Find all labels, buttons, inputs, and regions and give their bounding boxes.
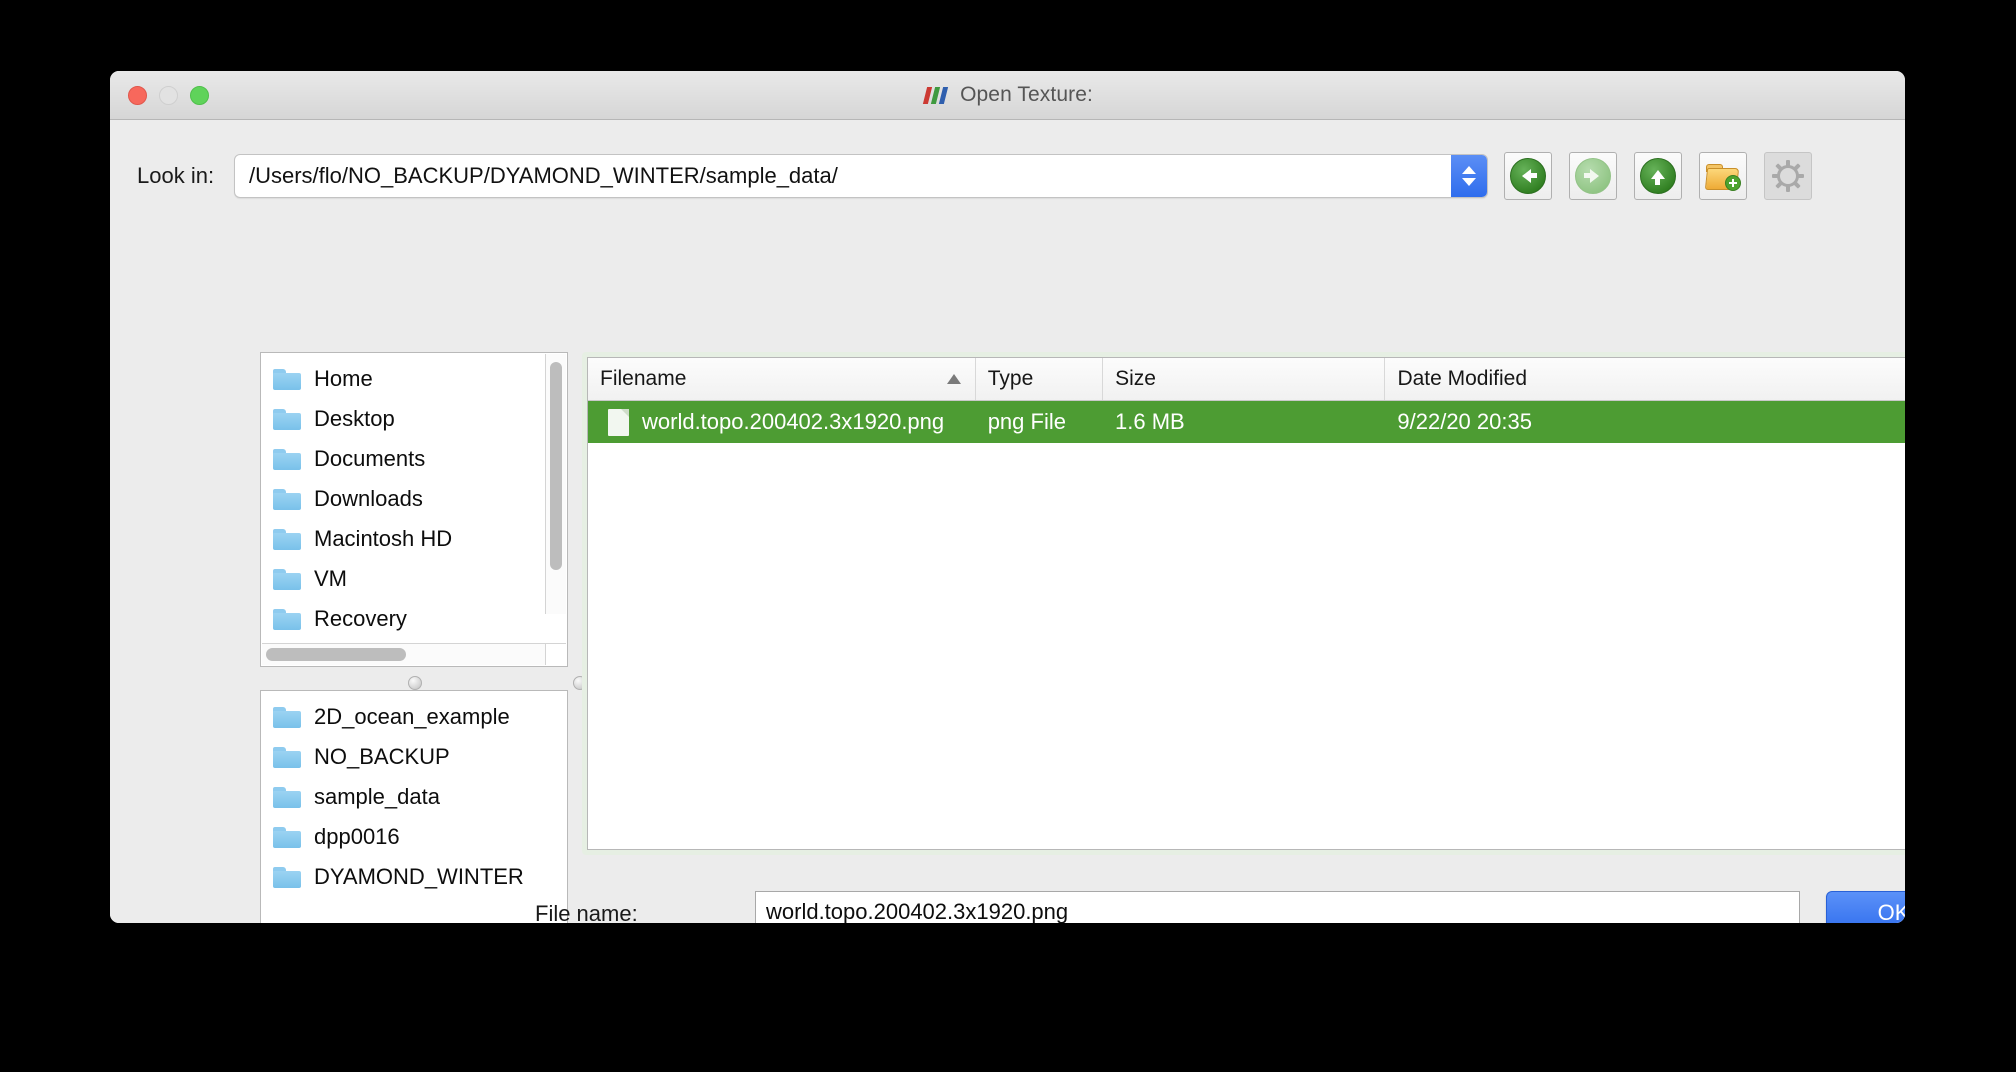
list-item[interactable]: dpp0016 [261,817,567,857]
list-item[interactable]: Downloads [261,479,567,519]
splitter-handle-horizontal[interactable] [408,676,422,690]
column-header-label: Size [1115,367,1156,390]
list-item-label: NO_BACKUP [314,744,450,769]
list-item[interactable]: sample_data [261,777,567,817]
folder-icon [273,568,301,590]
path-combobox-value: /Users/flo/NO_BACKUP/DYAMOND_WINTER/samp… [249,163,838,188]
file-name-label: File name: [535,901,638,923]
list-item[interactable]: NO_BACKUP [261,737,567,777]
sort-ascending-icon [946,374,961,384]
list-item-label: Desktop [314,406,395,431]
list-item-label: Recovery [314,606,407,631]
sidebar-horizontal-scrollbar[interactable] [262,643,547,665]
dialog-body: Look in: /Users/flo/NO_BACKUP/DYAMOND_WI… [110,120,1905,923]
column-header-filename[interactable]: Filename [588,358,976,400]
cell-type: png File [987,409,1066,434]
forward-button[interactable] [1569,152,1617,200]
file-list-rows: world.topo.200402.3x1920.png png File 1.6 … [588,401,1905,443]
list-item[interactable]: Desktop [261,399,567,439]
column-header-label: Type [987,367,1034,390]
arrow-up-icon [1640,158,1676,194]
cell-filename-text: world.topo.200402.3x1920.png [642,409,945,434]
path-combobox[interactable]: /Users/flo/NO_BACKUP/DYAMOND_WINTER/samp… [234,154,1488,198]
list-item-label: Home [314,366,373,391]
arrow-right-icon [1575,158,1611,194]
list-item-label: dpp0016 [314,824,400,849]
list-item-label: DYAMOND_WINTER [314,864,524,889]
list-item-label: 2D_ocean_example [314,704,510,729]
sidebar-recent-list[interactable]: 2D_ocean_example NO_BACKUP sample_data dpp0… [260,690,568,923]
list-item-label: VM [314,566,347,591]
list-item-label: Downloads [314,486,423,511]
list-item-label: Documents [314,446,426,471]
scrollbar-thumb[interactable] [266,648,406,661]
folder-icon [273,368,301,390]
title-bar-center: Open Texture: [110,71,1905,119]
list-item-label: Macintosh HD [314,526,453,551]
column-header-size[interactable]: Size [1103,358,1386,400]
view-settings-button[interactable] [1764,152,1812,200]
sidebar-vertical-scrollbar[interactable] [545,354,566,614]
shortcut-items: Home Desktop Documents Downloads Macintosh H… [261,353,567,639]
list-item[interactable]: 2D_ocean_example [261,697,567,737]
gear-icon [1772,160,1804,192]
folder-icon [273,448,301,470]
arrow-left-icon [1510,158,1546,194]
folder-icon [273,786,301,808]
column-header-type[interactable]: Type [976,358,1104,400]
file-list[interactable]: Filename Type Size Date Modified world.topo… [587,357,1905,850]
document-icon [608,408,629,436]
folder-icon [273,608,301,630]
open-texture-dialog: Open Texture: Look in: /Users/flo/NO_BAC… [110,71,1905,923]
list-item[interactable]: DYAMOND_WINTER [261,857,567,897]
cell-size: 1.6 MB [1115,409,1185,434]
folder-icon [273,528,301,550]
list-item[interactable]: Macintosh HD [261,519,567,559]
scrollbar-thumb[interactable] [550,362,562,570]
cell-date-modified: 9/22/20 20:35 [1397,409,1532,434]
recent-items: 2D_ocean_example NO_BACKUP sample_data dpp0… [261,691,567,897]
window-title: Open Texture: [960,83,1093,106]
column-header-date-modified[interactable]: Date Modified [1385,358,1905,400]
folder-icon [273,488,301,510]
look-in-row: Look in: /Users/flo/NO_BACKUP/DYAMOND_WI… [110,152,1905,200]
list-item[interactable]: Documents [261,439,567,479]
cell-filename: world.topo.200402.3x1920.png [588,408,976,436]
list-item-label: sample_data [314,784,440,809]
list-item[interactable]: Home [261,359,567,399]
table-row[interactable]: world.topo.200402.3x1920.png png File 1.6 … [588,401,1905,443]
column-header-label: Filename [600,367,687,390]
folder-icon [273,408,301,430]
file-list-header: Filename Type Size Date Modified [588,358,1905,401]
folder-icon [273,746,301,768]
rgb-bars-icon [922,86,951,105]
title-bar: Open Texture: [110,71,1905,120]
file-name-input-value: world.topo.200402.3x1920.png [766,899,1069,923]
new-folder-icon [1704,162,1741,191]
list-item[interactable]: VM [261,559,567,599]
chevron-updown-icon[interactable] [1451,155,1487,197]
look-in-label: Look in: [137,163,215,188]
folder-icon [273,706,301,728]
list-item[interactable]: Recovery [261,599,567,639]
folder-icon [273,826,301,848]
file-list-focus-ring: Filename Type Size Date Modified world.topo… [582,352,1905,855]
new-folder-button[interactable] [1699,152,1747,200]
file-name-input[interactable]: world.topo.200402.3x1920.png [755,891,1800,923]
scrollbar-corner [545,643,566,665]
column-header-label: Date Modified [1397,367,1528,390]
sidebar-shortcuts-list[interactable]: Home Desktop Documents Downloads Macintosh H… [260,352,568,667]
ok-button[interactable]: OK [1826,891,1905,923]
folder-icon [273,866,301,888]
parent-directory-button[interactable] [1634,152,1682,200]
back-button[interactable] [1504,152,1552,200]
